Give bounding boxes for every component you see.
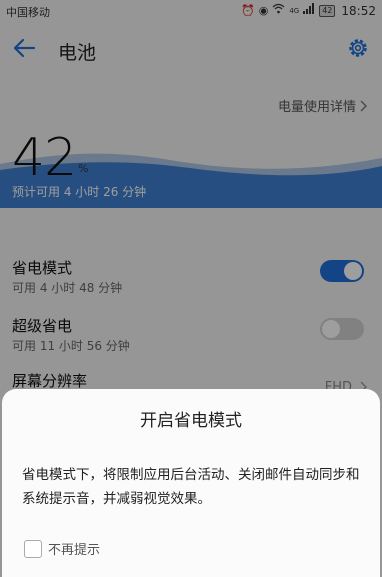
dialog-message: 省电模式下，将限制应用后台活动、关闭邮件自动同步和系统提示音，并减弱视觉效果。 (22, 467, 360, 507)
dialog-title: 开启省电模式 (140, 411, 242, 431)
dont-remind-label: 不再提示 (48, 543, 101, 558)
battery-screen: 中国移动 ⏰ ◉ 4G 42 18:52 电池 电量使用详情 42 % 预计可用… (0, 0, 382, 577)
dont-remind-option[interactable]: 不再提示 (24, 539, 100, 558)
dont-remind-checkbox[interactable] (24, 539, 42, 558)
power-saving-dialog: 开启省电模式 省电模式下，将限制应用后台活动、关闭邮件自动同步和系统提示音，并减… (2, 389, 380, 577)
